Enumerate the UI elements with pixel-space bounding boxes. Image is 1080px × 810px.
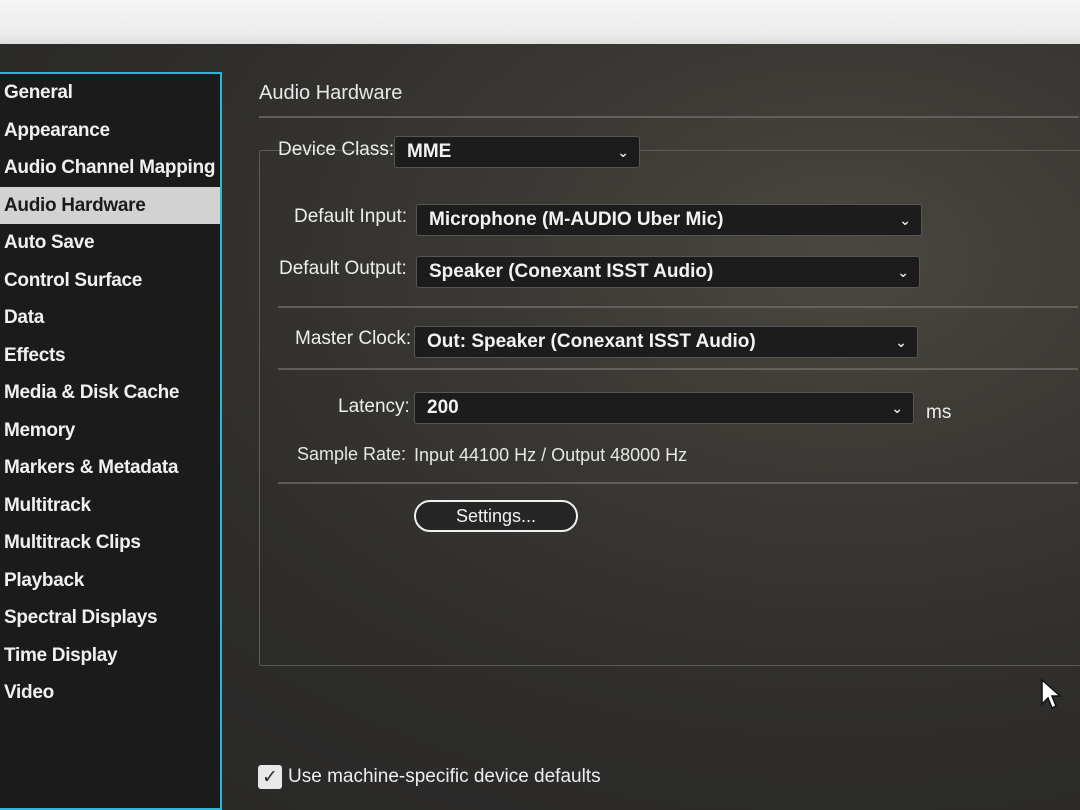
sidebar-item-data[interactable]: Data — [0, 299, 220, 337]
master-clock-value: Out: Speaker (Conexant ISST Audio) — [427, 331, 756, 352]
latency-label: Latency: — [338, 396, 410, 417]
default-input-dropdown[interactable]: Microphone (M-AUDIO Uber Mic) ⌄ — [416, 204, 922, 236]
mouse-pointer-icon — [1041, 678, 1062, 710]
audio-hardware-panel: Audio Hardware Device Class: MME ⌄ Defau… — [222, 44, 1080, 810]
latency-value: 200 — [427, 397, 459, 418]
sidebar-item-general[interactable]: General — [0, 74, 220, 112]
preferences-sidebar: General Appearance Audio Channel Mapping… — [0, 72, 222, 810]
chevron-down-icon: ⌄ — [895, 334, 907, 350]
default-output-value: Speaker (Conexant ISST Audio) — [429, 261, 714, 282]
sidebar-item-effects[interactable]: Effects — [0, 337, 220, 375]
title-divider — [259, 116, 1079, 118]
sample-rate-value: Input 44100 Hz / Output 48000 Hz — [414, 445, 688, 465]
master-clock-dropdown[interactable]: Out: Speaker (Conexant ISST Audio) ⌄ — [414, 326, 918, 358]
machine-defaults-label: Use machine-specific device defaults — [288, 766, 601, 787]
chevron-down-icon: ⌄ — [891, 400, 903, 416]
sample-rate-label: Sample Rate: — [297, 444, 407, 464]
sidebar-item-audio-hardware[interactable]: Audio Hardware — [0, 186, 220, 224]
sidebar-item-media-disk-cache[interactable]: Media & Disk Cache — [0, 374, 220, 412]
sidebar-item-spectral-displays[interactable]: Spectral Displays — [0, 599, 220, 637]
chevron-down-icon: ⌄ — [897, 264, 909, 280]
sidebar-item-appearance[interactable]: Appearance — [0, 112, 220, 150]
panel-title: Audio Hardware — [259, 82, 403, 104]
sidebar-item-multitrack-clips[interactable]: Multitrack Clips — [0, 524, 220, 562]
sidebar-item-audio-channel-mapping[interactable]: Audio Channel Mapping — [0, 149, 220, 187]
default-output-label: Default Output: — [279, 258, 407, 279]
divider — [278, 482, 1078, 484]
sidebar-item-time-display[interactable]: Time Display — [0, 637, 220, 675]
machine-defaults-checkbox[interactable]: ✓ — [258, 765, 282, 789]
device-class-label: Device Class: — [278, 139, 395, 160]
sidebar-item-markers-metadata[interactable]: Markers & Metadata — [0, 449, 220, 487]
latency-units: ms — [926, 402, 952, 423]
divider — [278, 368, 1078, 370]
latency-combo[interactable]: 200 ⌄ — [414, 392, 914, 424]
default-output-dropdown[interactable]: Speaker (Conexant ISST Audio) ⌄ — [416, 256, 920, 288]
device-class-value: MME — [407, 141, 452, 162]
divider — [278, 306, 1078, 308]
settings-button[interactable]: Settings... — [414, 500, 578, 532]
chevron-down-icon: ⌄ — [899, 212, 911, 228]
preferences-dialog: General Appearance Audio Channel Mapping… — [0, 44, 1080, 810]
window-top-band — [0, 0, 1080, 48]
sidebar-item-video[interactable]: Video — [0, 674, 220, 712]
sidebar-item-control-surface[interactable]: Control Surface — [0, 262, 220, 300]
checkmark-icon: ✓ — [262, 766, 278, 788]
sidebar-item-memory[interactable]: Memory — [0, 412, 220, 450]
sidebar-item-auto-save[interactable]: Auto Save — [0, 224, 220, 262]
machine-defaults-option[interactable]: ✓ Use machine-specific device defaults — [258, 764, 601, 790]
sidebar-item-playback[interactable]: Playback — [0, 562, 220, 600]
default-input-label: Default Input: — [294, 206, 408, 227]
device-class-dropdown[interactable]: MME ⌄ — [394, 136, 640, 168]
chevron-down-icon: ⌄ — [617, 144, 629, 160]
default-input-value: Microphone (M-AUDIO Uber Mic) — [429, 209, 724, 230]
sidebar-item-multitrack[interactable]: Multitrack — [0, 487, 220, 525]
master-clock-label: Master Clock: — [295, 328, 412, 349]
